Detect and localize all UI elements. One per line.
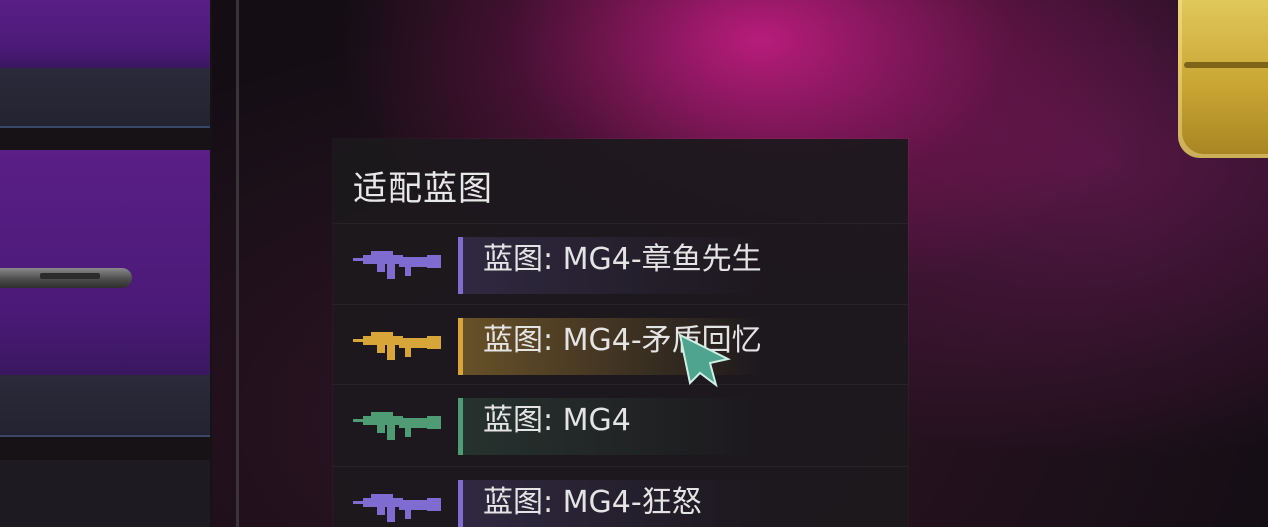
blueprint-row[interactable]: 蓝图: MG4-狂怒: [333, 466, 908, 527]
magazine-attachment-image: [1178, 0, 1268, 158]
item-card-bottom[interactable]: [0, 460, 210, 527]
row-separator: [333, 223, 908, 224]
row-separator: [333, 466, 908, 467]
rarity-bar: [458, 237, 463, 294]
blueprint-name: 蓝图: MG4-章鱼先生: [483, 242, 762, 277]
panel-title: 适配蓝图: [353, 169, 493, 209]
gun-icon: [353, 488, 441, 524]
blueprint-name: 蓝图: MG4-狂怒: [483, 485, 702, 520]
blueprint-row[interactable]: 蓝图: MG4-矛盾回忆: [333, 304, 908, 384]
rarity-bar: [458, 480, 463, 527]
row-separator: [333, 304, 908, 305]
pointer-cursor-icon: [676, 333, 734, 391]
game-screen: 适配蓝图 蓝图: MG4-章鱼先生 蓝图: MG4-矛盾回忆 蓝图: MG4 蓝…: [0, 0, 1268, 527]
item-card-top-footer: [0, 68, 210, 128]
item-card-barrel-footer: [0, 375, 210, 437]
item-card-barrel[interactable]: [0, 150, 210, 375]
blueprint-name: 蓝图: MG4: [483, 403, 631, 438]
barrel-engraving: [40, 273, 100, 279]
column-divider: [236, 0, 239, 527]
rarity-bar: [458, 398, 463, 455]
item-list-column: [0, 0, 212, 527]
magazine-rim: [1184, 62, 1268, 68]
gun-icon: [353, 406, 441, 442]
compatible-blueprints-panel: 适配蓝图 蓝图: MG4-章鱼先生 蓝图: MG4-矛盾回忆 蓝图: MG4 蓝…: [333, 139, 908, 527]
blueprint-row[interactable]: 蓝图: MG4: [333, 384, 908, 464]
item-card-top[interactable]: [0, 0, 210, 68]
blueprint-row[interactable]: 蓝图: MG4-章鱼先生: [333, 223, 908, 303]
row-separator: [333, 384, 908, 385]
rarity-bar: [458, 318, 463, 375]
gun-icon: [353, 245, 441, 281]
gun-icon: [353, 326, 441, 362]
